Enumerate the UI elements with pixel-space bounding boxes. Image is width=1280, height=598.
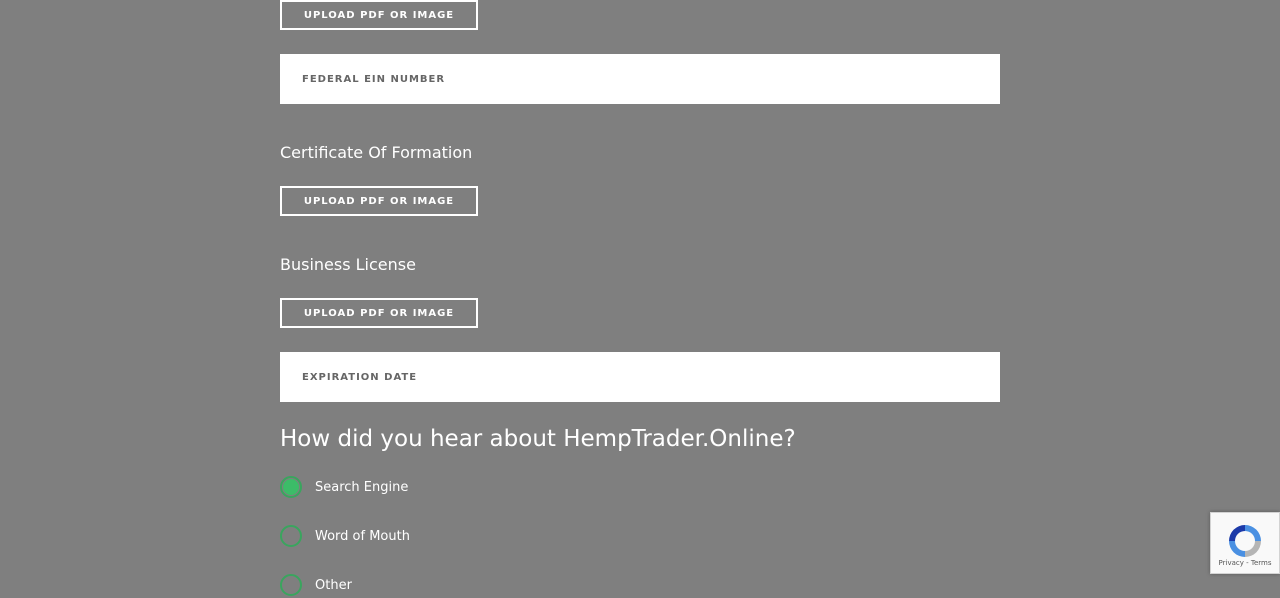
radio-button-checked-icon[interactable] [280, 476, 302, 498]
radio-button-unchecked-icon[interactable] [280, 574, 302, 596]
radio-label: Word of Mouth [315, 528, 410, 544]
certificate-of-formation-label: Certificate Of Formation [280, 143, 473, 162]
upload-certificate-button[interactable]: UPLOAD PDF OR IMAGE [280, 186, 478, 216]
radio-label: Search Engine [315, 479, 409, 495]
radio-option-word-of-mouth[interactable]: Word of Mouth [280, 523, 410, 549]
radio-option-other[interactable]: Other [280, 572, 352, 598]
radio-option-search-engine[interactable]: Search Engine [280, 474, 408, 500]
upload-business-license-button[interactable]: UPLOAD PDF OR IMAGE [280, 298, 478, 328]
radio-button-unchecked-icon[interactable] [280, 525, 302, 547]
federal-ein-input[interactable] [300, 72, 980, 86]
upload-pdf-or-image-button-top[interactable]: UPLOAD PDF OR IMAGE [280, 0, 478, 30]
expiration-date-input[interactable] [300, 370, 980, 384]
recaptcha-badge[interactable]: Privacy - Terms [1210, 512, 1280, 574]
expiration-date-field-wrapper [280, 352, 1000, 402]
business-license-label: Business License [280, 255, 416, 274]
recaptcha-privacy-terms-links[interactable]: Privacy - Terms [1211, 559, 1279, 567]
federal-ein-field-wrapper [280, 54, 1000, 104]
referral-question-heading: How did you hear about HempTrader.Online… [280, 426, 796, 452]
radio-label: Other [315, 577, 352, 593]
recaptcha-icon [1229, 525, 1261, 557]
